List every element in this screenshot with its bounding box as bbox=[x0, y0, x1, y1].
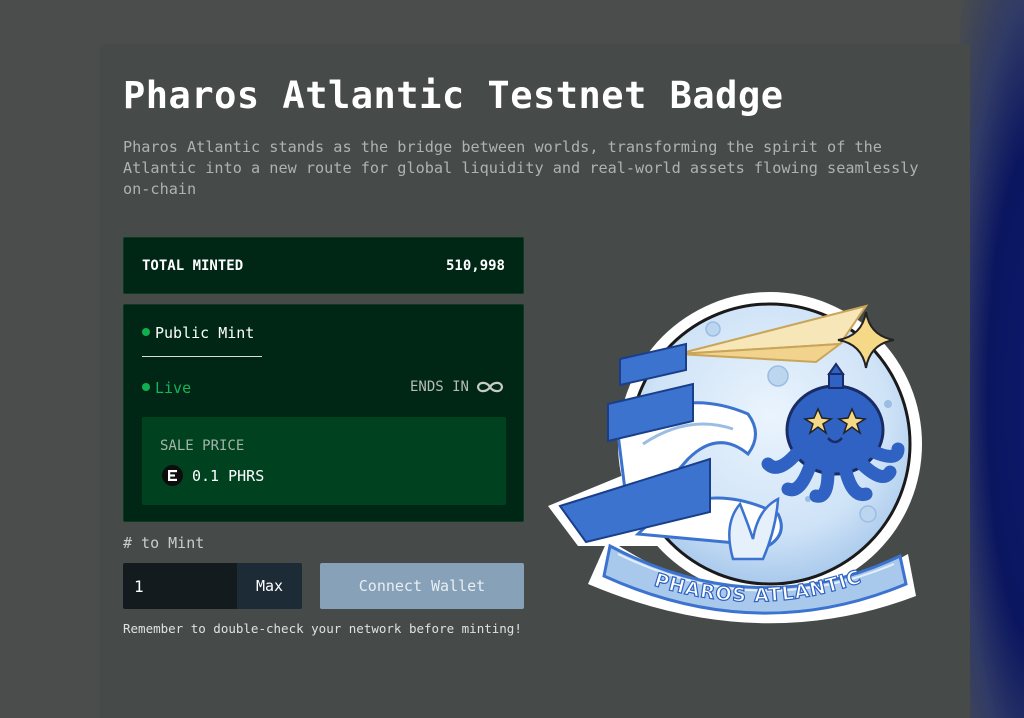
sale-price-row: 0.1 PHRS bbox=[162, 465, 264, 486]
ends-in: ENDS IN bbox=[410, 379, 505, 395]
badge-artwork: PHAROS ATLANTIC bbox=[548, 292, 922, 624]
sale-price-value: 0.1 PHRS bbox=[192, 466, 265, 485]
phrs-coin-icon bbox=[162, 465, 183, 486]
infinity-icon bbox=[476, 381, 504, 393]
sale-price-label: SALE PRICE bbox=[160, 438, 245, 454]
sale-price-box: SALE PRICE 0.1 PHRS bbox=[142, 417, 506, 505]
phase-dot-icon bbox=[142, 327, 150, 336]
total-minted-value: 510,998 bbox=[445, 258, 505, 274]
max-button[interactable]: Max bbox=[237, 563, 302, 609]
quantity-label: # to Mint bbox=[123, 534, 205, 552]
phase-name: Public Mint bbox=[155, 324, 255, 342]
mint-phase-card: Public Mint Live ENDS IN SALE PRICE 0.1 … bbox=[123, 304, 524, 522]
connect-wallet-button[interactable]: Connect Wallet bbox=[320, 563, 524, 609]
live-dot-icon bbox=[142, 382, 150, 391]
page-description: Pharos Atlantic stands as the bridge bet… bbox=[123, 138, 919, 198]
live-status-label: Live bbox=[155, 379, 192, 397]
ends-in-label: ENDS IN bbox=[409, 379, 469, 395]
phase-tab-public-mint[interactable]: Public Mint bbox=[142, 324, 254, 342]
page-title: Pharos Atlantic Testnet Badge bbox=[123, 74, 784, 117]
live-status: Live bbox=[142, 379, 191, 397]
quantity-input[interactable] bbox=[123, 563, 237, 609]
network-reminder: Remember to double-check your network be… bbox=[123, 621, 522, 636]
total-minted-card: TOTAL MINTED 510,998 bbox=[123, 237, 524, 294]
phase-underline bbox=[142, 356, 262, 357]
total-minted-label: TOTAL MINTED bbox=[142, 258, 244, 274]
